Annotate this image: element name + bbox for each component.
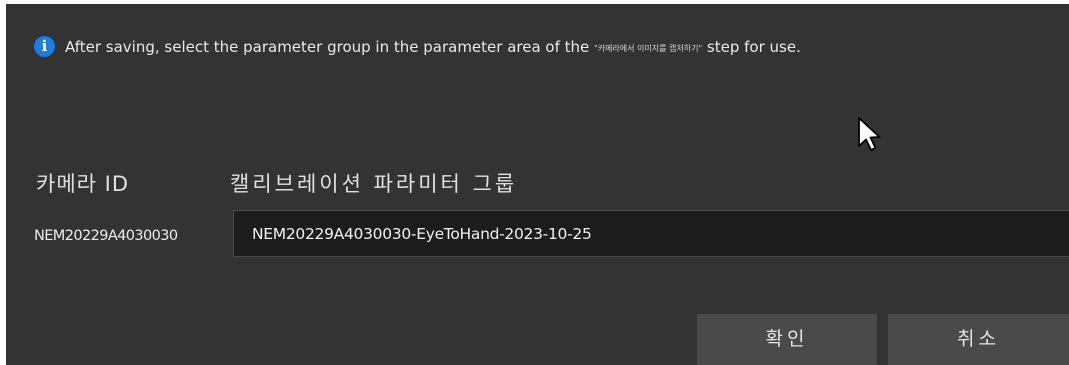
parameter-group-name-input[interactable] <box>233 210 1069 257</box>
camera-id-column-header: 카메라 ID <box>36 172 129 196</box>
mouse-pointer-icon <box>858 117 881 151</box>
confirm-button[interactable]: 확인 <box>697 314 877 365</box>
info-text: After saving, select the parameter group… <box>65 38 801 56</box>
info-step-name: "카메라에서 이미지를 캡처하기" <box>594 43 703 53</box>
parameter-group-column-header: 캘리브레이션 파라미터 그룹 <box>230 172 518 196</box>
info-text-before: After saving, select the parameter group… <box>65 37 595 56</box>
info-icon: i <box>34 36 55 57</box>
info-text-after: step for use. <box>702 37 801 56</box>
info-message: i After saving, select the parameter gro… <box>34 36 801 57</box>
camera-id-value: NEM20229A4030030 <box>34 228 178 244</box>
save-parameter-dialog: i After saving, select the parameter gro… <box>6 4 1069 365</box>
cancel-button[interactable]: 취소 <box>888 314 1069 365</box>
